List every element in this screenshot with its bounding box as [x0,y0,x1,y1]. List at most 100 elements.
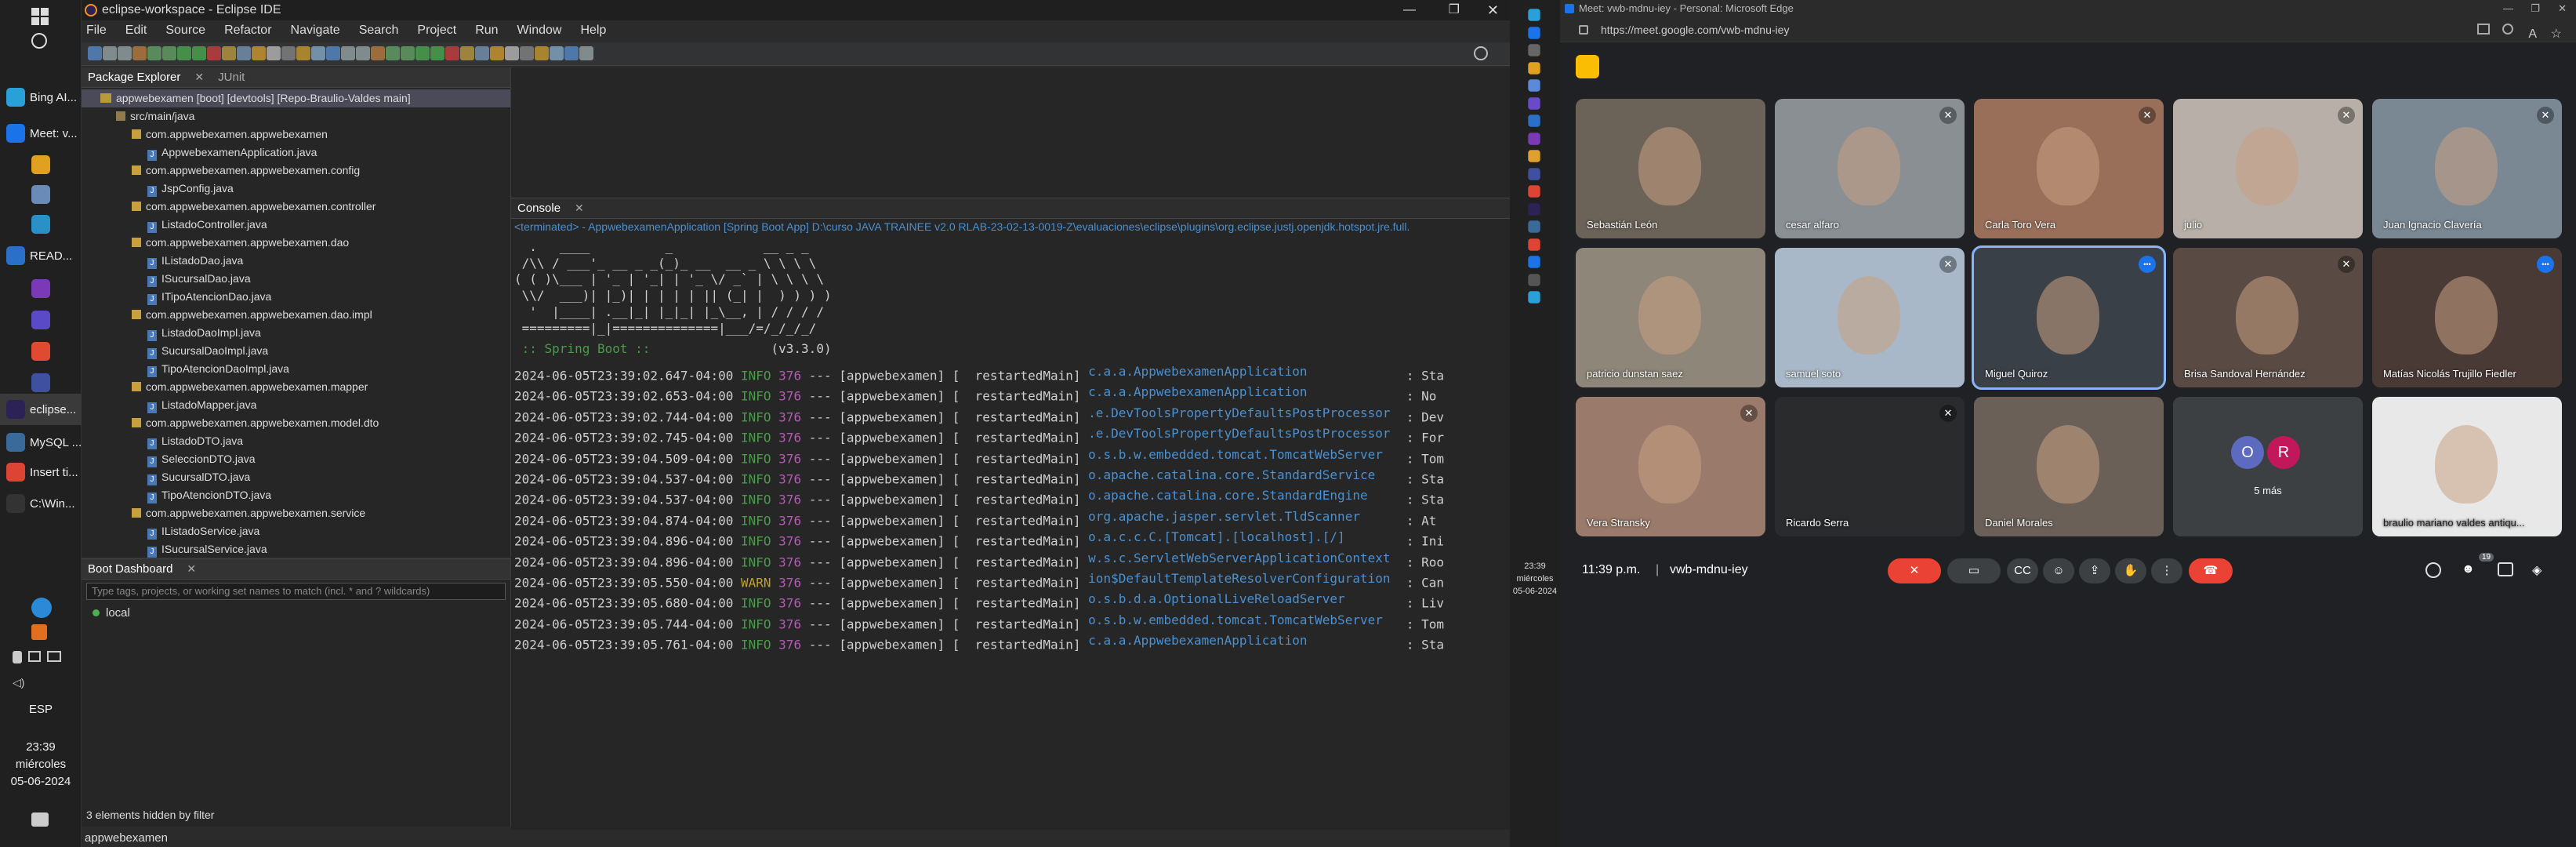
participant-tile[interactable]: Matías Nicolás Trujillo Fiedler ••• [2372,248,2562,387]
minimize-icon[interactable]: — [1403,0,1416,20]
taskbar-app-item[interactable]: Bing AI... [0,82,82,113]
close-tab-icon[interactable]: ✕ [194,71,204,84]
lock-icon[interactable] [1579,25,1588,35]
menu-item[interactable]: Edit [125,24,147,38]
toolbar-button-icon[interactable] [103,46,117,60]
participant-tile[interactable]: OR 5 más [2173,397,2363,536]
participant-tile[interactable]: samuel soto ✕ [1775,248,1965,387]
language-indicator[interactable]: ESP [0,703,82,716]
favorites-icon[interactable]: ☆ [2551,22,2562,47]
emoji-button[interactable]: ☺ [2043,558,2074,583]
java-file-item[interactable]: SeleccionDTO.java [82,450,510,468]
tab-console[interactable]: Console [517,202,561,215]
participant-tile[interactable]: Vera Stransky ✕ [1576,397,1765,536]
tree-item[interactable]: appwebexamen [boot] [devtools] [Repo-Bra… [82,89,510,107]
java-file-item[interactable]: IListadoDao.java [82,252,510,270]
taskbar-app-item[interactable] [0,209,82,240]
toolbar-button-icon[interactable] [341,46,355,60]
taskbar-app-icon[interactable] [1528,9,1540,21]
notifications-icon[interactable] [31,812,49,827]
menu-item[interactable]: Navigate [291,24,340,38]
search-icon[interactable] [31,33,47,49]
package-item[interactable]: com.appwebexamen.appwebexamen.model.dto [82,414,510,432]
taskbar-app-item[interactable] [0,336,82,367]
taskbar-app-item[interactable]: MySQL ... [0,427,82,458]
toolbar-button-icon[interactable] [579,46,593,60]
taskbar-app-icon[interactable] [1528,256,1540,268]
package-item[interactable]: com.appwebexamen.appwebexamen [82,125,510,144]
toolbar-button-icon[interactable] [132,46,147,60]
menu-item[interactable]: Search [359,24,399,38]
taskbar-app-item[interactable]: C:\Win... [0,488,82,519]
taskbar-app-icon[interactable] [1528,150,1540,162]
menu-item[interactable]: Project [417,24,456,38]
people-icon[interactable]: ☻ [2462,562,2475,576]
present-button[interactable]: ⇪ [2079,558,2110,583]
toolbar-button-icon[interactable] [252,46,266,60]
java-file-item[interactable]: SucursalDaoImpl.java [82,342,510,360]
java-file-item[interactable]: ISucursalService.java [82,540,510,558]
toolbar-button-icon[interactable] [296,46,310,60]
taskbar-app-icon[interactable] [1528,61,1540,75]
taskbar-app-item[interactable] [0,304,82,336]
participant-tile[interactable]: Juan Ignacio Clavería ✕ [2372,99,2562,238]
boot-local-item[interactable]: local [82,603,510,620]
close-tab-icon[interactable]: ✕ [575,202,584,215]
java-file-item[interactable]: TipoAtencionDaoImpl.java [82,360,510,378]
taskbar-app-item[interactable] [0,149,82,180]
taskbar-app-icon[interactable] [1528,202,1540,216]
toolbar-button-icon[interactable] [356,46,370,60]
close-tab-icon[interactable]: ✕ [187,562,196,576]
menu-item[interactable]: Help [580,24,606,38]
taskbar-app-icon[interactable] [1528,238,1540,251]
package-item[interactable]: com.appwebexamen.appwebexamen.dao.impl [82,306,510,324]
chat-icon[interactable] [2498,562,2513,576]
participant-tile[interactable]: Carla Toro Vera ✕ [1974,99,2164,238]
menu-item[interactable]: Source [165,24,205,38]
tab-package-explorer[interactable]: Package Explorer [88,71,180,84]
java-file-item[interactable]: ISucursalDao.java [82,270,510,288]
toolbar-button-icon[interactable] [535,46,549,60]
java-file-item[interactable]: ListadoDaoImpl.java [82,324,510,342]
tab-junit[interactable]: JUnit [218,71,245,84]
volume-icon[interactable]: ◁) [13,676,28,689]
taskbar-app-item[interactable]: READ... [0,240,82,271]
taskbar-app-icon[interactable] [1528,132,1540,145]
camera-toggle-button[interactable]: ▭ [1947,558,2001,583]
raise-hand-button[interactable]: ✋ [2115,558,2146,583]
taskbar-app-item[interactable]: Meet: v... [0,118,82,149]
toolbar-button-icon[interactable] [475,46,489,60]
app-tray-icon[interactable] [31,624,47,640]
toolbar-button-icon[interactable] [326,46,340,60]
meet-feature-icon[interactable] [1576,55,1599,78]
menu-item[interactable]: Window [517,24,562,38]
windows-start-icon[interactable] [31,8,49,25]
toolbar-button-icon[interactable] [550,46,564,60]
taskbar-app-icon[interactable] [1528,220,1540,233]
toolbar-button-icon[interactable] [311,46,325,60]
package-item[interactable]: com.appwebexamen.appwebexamen.mapper [82,378,510,396]
taskbar-app-item[interactable] [0,179,82,210]
toolbar-button-icon[interactable] [415,46,430,60]
minimize-icon[interactable]: — [2503,0,2513,17]
toolbar-button-icon[interactable] [237,46,251,60]
taskbar-app-item[interactable] [0,273,82,304]
participant-tile[interactable]: cesar alfaro ✕ [1775,99,1965,238]
taskbar-app-icon[interactable] [1528,185,1540,198]
package-item[interactable]: com.appwebexamen.appwebexamen.controller [82,198,510,216]
java-file-item[interactable]: TipoAtencionDTO.java [82,486,510,504]
package-item[interactable]: com.appwebexamen.appwebexamen.config [82,162,510,180]
java-file-item[interactable]: JspConfig.java [82,180,510,198]
toolbar-button-icon[interactable] [267,46,281,60]
toolbar-button-icon[interactable] [147,46,161,60]
url-text[interactable]: https://meet.google.com/vwb-mdnu-iey [1601,24,1789,36]
participant-tile[interactable]: patricio dunstan saez [1576,248,1765,387]
taskbar-app-icon[interactable] [1528,115,1540,127]
boot-filter-input[interactable]: Type tags, projects, or working set name… [86,583,506,600]
help-icon[interactable] [31,598,52,618]
toolbar-button-icon[interactable] [505,46,519,60]
search-icon[interactable] [1474,46,1488,60]
close-icon[interactable]: ✕ [2558,0,2567,17]
toolbar-button-icon[interactable] [222,46,236,60]
tree-item[interactable]: src/main/java [82,107,510,125]
